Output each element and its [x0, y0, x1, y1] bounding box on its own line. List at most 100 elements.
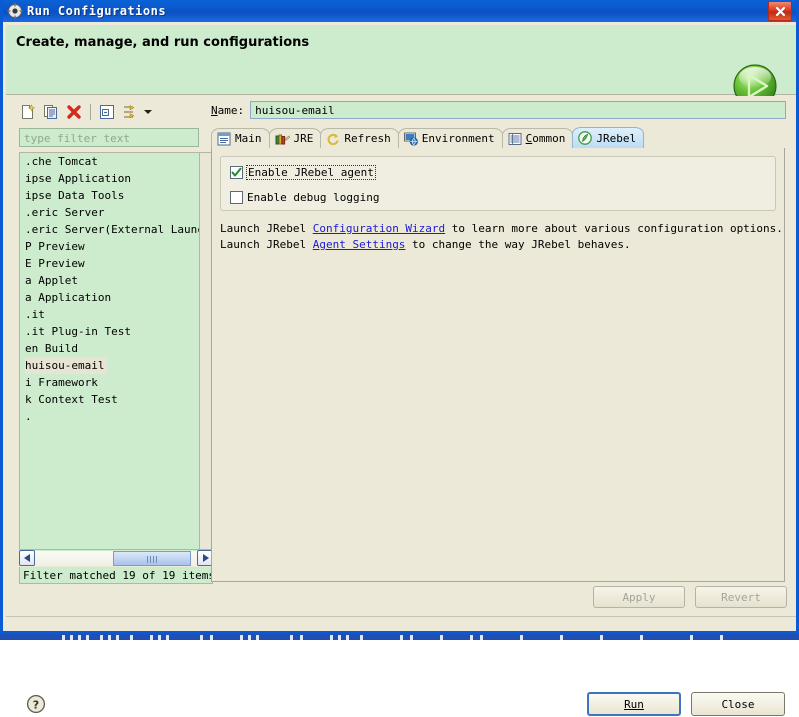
red-x-delete-icon[interactable]	[64, 102, 84, 122]
run-configurations-window: Run Configurations Create, manage, and r…	[0, 0, 799, 716]
list-item[interactable]: .eric Server(External Launch)	[20, 221, 199, 238]
run-button[interactable]: Run	[587, 692, 681, 716]
run-button-label: Run	[624, 697, 644, 711]
filter-arrows-icon[interactable]	[120, 102, 140, 122]
taskbar-tick	[158, 635, 161, 640]
tab-jre[interactable]: JRE	[268, 128, 322, 148]
list-item[interactable]: huisou-email	[20, 357, 199, 374]
taskbar-tick	[640, 635, 643, 640]
taskbar-tick	[240, 635, 243, 640]
tab-environment[interactable]: Environment	[397, 128, 503, 148]
taskbar-tick	[560, 635, 563, 640]
taskbar-tick	[130, 635, 133, 640]
name-label-mnemonic: N	[211, 103, 218, 117]
taskbar-tick	[360, 635, 363, 640]
environment-icon	[403, 132, 418, 146]
taskbar-tick	[330, 635, 333, 640]
taskbar-tick	[210, 635, 213, 640]
taskbar-tick	[108, 635, 111, 640]
tab-label: JRE	[293, 132, 314, 145]
taskbar-tick	[200, 635, 203, 640]
revert-button[interactable]: Revert	[695, 586, 787, 608]
enable-jrebel-agent-checkbox[interactable]	[230, 166, 243, 179]
window-close-icon[interactable]	[768, 1, 792, 21]
configurations-list-horizontal-scrollbar[interactable]	[19, 550, 213, 566]
help-icon[interactable]: ?	[26, 694, 46, 714]
taskbar-strip	[0, 634, 799, 640]
configurations-list[interactable]: .che Tomcat ipse Application ipse Data Too…	[19, 152, 199, 550]
apply-button[interactable]: Apply	[593, 586, 685, 608]
list-item[interactable]: a Application	[20, 289, 199, 306]
enable-jrebel-agent-row[interactable]: Enable JRebel agent	[230, 163, 775, 182]
apply-revert-row: Apply Revert	[209, 586, 787, 610]
agent-settings-link[interactable]: Agent Settings	[313, 238, 406, 251]
copy-document-icon[interactable]	[41, 102, 61, 122]
list-item[interactable]: .eric Server	[20, 204, 199, 221]
filter-status-text: Filter matched 19 of 19 items	[19, 567, 215, 584]
scrollbar-track[interactable]	[35, 550, 197, 566]
info-line-configuration-wizard: Launch JRebel Configuration Wizard to le…	[220, 222, 783, 235]
taskbar-tick	[720, 635, 723, 640]
configuration-wizard-link[interactable]: Configuration Wizard	[313, 222, 445, 235]
list-item[interactable]: en Build	[20, 340, 199, 357]
list-item[interactable]: k Context Test	[20, 391, 199, 408]
configuration-detail-panel: Name: Main JRE Refresh Environment Common JRe…	[209, 100, 787, 582]
list-item[interactable]: a Applet	[20, 272, 199, 289]
taskbar-tick	[690, 635, 693, 640]
taskbar-tick	[338, 635, 341, 640]
taskbar-tick	[256, 635, 259, 640]
name-input[interactable]	[250, 101, 786, 119]
tab-refresh[interactable]: Refresh	[320, 128, 399, 148]
tab-label: Refresh	[344, 132, 391, 145]
info1-pre: Launch JRebel	[220, 222, 313, 235]
footer-buttons: Run Close	[587, 692, 785, 716]
filter-input[interactable]	[19, 128, 199, 147]
list-item[interactable]: .it	[20, 306, 199, 323]
collapse-all-icon[interactable]	[97, 102, 117, 122]
info2-pre: Launch JRebel	[220, 238, 313, 251]
svg-text:?: ?	[33, 698, 39, 711]
configurations-panel: .che Tomcatipse Applicationipse Data Too…	[16, 100, 215, 584]
tab-main[interactable]: Main	[211, 128, 270, 148]
taskbar-tick	[300, 635, 303, 640]
chevron-down-icon[interactable]	[143, 102, 152, 122]
jre-books-icon	[275, 132, 290, 146]
taskbar-tick	[166, 635, 169, 640]
window-title: Run Configurations	[27, 4, 167, 18]
taskbar-tick	[100, 635, 103, 640]
tab-jrebel[interactable]: JRebel	[572, 127, 645, 148]
list-item[interactable]: ipse Data Tools	[20, 187, 199, 204]
toolbar-separator	[90, 104, 91, 120]
taskbar-tick	[116, 635, 119, 640]
tab-label: Common	[525, 132, 566, 145]
taskbar-tick	[62, 635, 65, 640]
list-item[interactable]: .che Tomcat	[20, 153, 199, 170]
list-item[interactable]: .it Plug-in Test	[20, 323, 199, 340]
footer-separator	[6, 616, 796, 617]
name-label: Name:	[211, 104, 244, 117]
name-row: Name:	[209, 100, 787, 120]
jrebel-options-group: Enable JRebel agent Enable debug logging	[220, 156, 776, 211]
taskbar-tick	[410, 635, 413, 640]
taskbar-tick	[290, 635, 293, 640]
list-item[interactable]: .	[20, 408, 199, 425]
info2-post: to change the way JRebel behaves.	[405, 238, 631, 251]
taskbar-tick	[400, 635, 403, 640]
taskbar-tick	[150, 635, 153, 640]
enable-debug-logging-checkbox[interactable]	[230, 191, 243, 204]
enable-debug-logging-row[interactable]: Enable debug logging	[230, 188, 775, 207]
taskbar-tick	[480, 635, 483, 640]
close-button[interactable]: Close	[691, 692, 785, 716]
scrollbar-thumb[interactable]	[112, 550, 191, 566]
list-item[interactable]: P Preview	[20, 238, 199, 255]
tab-common[interactable]: Common	[501, 128, 574, 148]
taskbar-tick	[86, 635, 89, 640]
list-item[interactable]: ipse Application	[20, 170, 199, 187]
new-document-icon[interactable]	[18, 102, 38, 122]
main-tab-icon	[217, 132, 231, 146]
taskbar-tick	[248, 635, 251, 640]
close-button-label: Close	[721, 697, 755, 711]
list-item[interactable]: E Preview	[20, 255, 199, 272]
list-item[interactable]: i Framework	[20, 374, 199, 391]
scroll-left-icon[interactable]	[19, 550, 35, 566]
